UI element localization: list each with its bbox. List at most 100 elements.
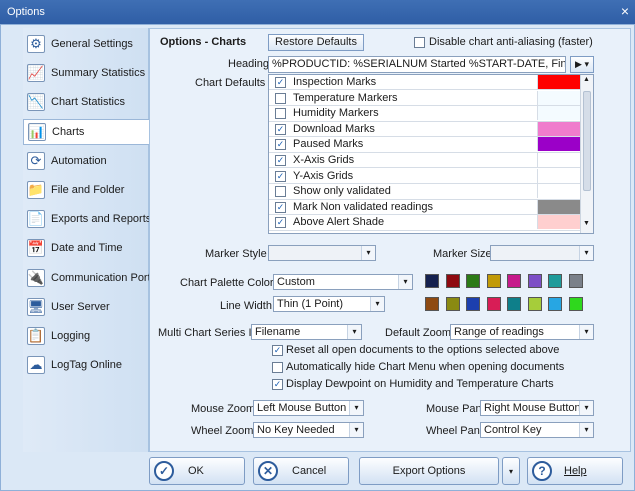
disable-antialias-checkbox[interactable] <box>414 37 425 48</box>
mouse-zoom-select[interactable]: Left Mouse Button ▾ <box>253 400 364 416</box>
list-item[interactable]: Show only validated <box>269 184 581 200</box>
sidebar-item-logging[interactable]: 📋 Logging <box>23 323 149 349</box>
palette-color-swatch[interactable] <box>486 297 501 311</box>
palette-color-swatch[interactable] <box>527 297 542 311</box>
export-options-button[interactable]: Export Options <box>359 457 499 485</box>
list-item[interactable]: ✓ Mark Non validated readings <box>269 199 581 216</box>
list-item[interactable]: ✓ Paused Marks <box>269 137 581 153</box>
help-button[interactable]: ? Help <box>527 457 623 485</box>
footer-bar: ✓ OK ✕ Cancel Export Options ▾ ? Help <box>149 455 631 488</box>
list-item-color-swatch[interactable] <box>537 184 581 199</box>
wheel-pan-label: Wheel Pan: <box>426 425 483 437</box>
reset-documents-checkbox[interactable]: ✓ <box>272 345 283 356</box>
list-item[interactable]: ✓ Inspection Marks <box>269 75 581 91</box>
heading-insert-button[interactable]: ▶ ▾ <box>570 56 594 73</box>
dewpoint-label: Display Dewpoint on Humidity and Tempera… <box>286 378 554 390</box>
wheel-zoom-select[interactable]: No Key Needed ▾ <box>253 422 364 438</box>
list-item[interactable]: ✓ Above Alert Shade <box>269 215 581 231</box>
list-item-color-swatch[interactable] <box>537 168 581 183</box>
list-item[interactable]: ✓ Download Marks <box>269 121 581 138</box>
sidebar-item-label: File and Folder <box>51 184 125 196</box>
list-item-checkbox[interactable]: ✓ <box>275 139 286 151</box>
wheel-pan-select[interactable]: Control Key ▾ <box>480 422 594 438</box>
list-item[interactable]: ✓ Y-Axis Grids <box>269 168 581 184</box>
list-item-checkbox[interactable]: ✓ <box>275 155 286 166</box>
sidebar-item-file-and-folder[interactable]: 📁 File and Folder <box>23 177 149 203</box>
sidebar-item-label: Exports and Reports <box>51 213 152 226</box>
sidebar-item-logtag-online[interactable]: ☁ LogTag Online <box>23 352 149 378</box>
sidebar-item-label: Charts <box>52 125 85 138</box>
palette-color-swatch[interactable] <box>445 297 460 311</box>
ok-button[interactable]: ✓ OK <box>149 457 245 485</box>
scroll-down-icon[interactable]: ▼ <box>583 220 590 227</box>
list-item-checkbox[interactable]: ✓ <box>275 217 286 229</box>
list-item[interactable]: Temperature Markers <box>269 90 581 106</box>
chart-defaults-scrollbar[interactable]: ▲ ▼ <box>580 75 593 233</box>
general-settings-icon: ⚙ <box>27 35 45 53</box>
palette-color-swatch[interactable] <box>548 297 562 311</box>
line-width-select[interactable]: Thin (1 Point) ▾ <box>273 296 385 312</box>
sidebar-item-exports-and-reports[interactable]: 📄 Exports and Reports <box>23 206 152 232</box>
wheel-zoom-label: Wheel Zoom: <box>191 425 257 437</box>
sidebar-item-chart-statistics[interactable]: 📉 Chart Statistics <box>23 89 149 115</box>
sidebar-item-label: Logging <box>51 330 91 342</box>
chart-defaults-list[interactable]: ✓ Above Alert Shade ✓ Mark Non validated re… <box>268 74 594 234</box>
palette-color-swatch[interactable] <box>507 297 521 311</box>
list-item-color-swatch[interactable] <box>537 215 581 230</box>
palette-color-swatch[interactable] <box>486 274 501 288</box>
list-item-color-swatch[interactable] <box>537 137 581 152</box>
default-zoom-select[interactable]: Range of readings ▾ <box>450 324 594 340</box>
list-item-checkbox[interactable] <box>275 186 286 198</box>
list-item-checkbox[interactable]: ✓ <box>275 170 286 182</box>
palette-color-swatch[interactable] <box>548 274 562 288</box>
palette-color-swatch[interactable] <box>507 274 521 288</box>
close-icon[interactable]: × <box>621 3 629 19</box>
list-item-checkbox[interactable] <box>275 108 286 120</box>
marker-style-select[interactable]: ▾ <box>268 245 376 261</box>
list-item-color-swatch[interactable] <box>537 121 581 136</box>
palette-color-swatch[interactable] <box>466 297 480 311</box>
dewpoint-checkbox[interactable]: ✓ <box>272 379 283 390</box>
sidebar-item-summary-statistics[interactable]: 📈 Summary Statistics <box>23 60 149 86</box>
autohide-menu-checkbox[interactable] <box>272 362 283 373</box>
list-item-color-swatch[interactable] <box>537 106 581 121</box>
palette-color-swatch[interactable] <box>425 297 439 311</box>
sidebar-item-label: LogTag Online <box>51 359 122 372</box>
sidebar-item-general-settings[interactable]: ⚙ General Settings <box>23 31 149 57</box>
palette-color-swatch[interactable] <box>425 274 439 288</box>
sidebar-item-date-and-time[interactable]: 📅 Date and Time <box>23 235 149 261</box>
marker-size-select[interactable]: ▾ <box>490 245 594 261</box>
sidebar-item-charts[interactable]: 📊 Charts <box>23 118 150 145</box>
list-item-checkbox[interactable]: ✓ <box>275 77 286 88</box>
palette-color-swatch[interactable] <box>466 274 480 288</box>
list-item[interactable]: Humidity Markers <box>269 106 581 122</box>
palette-select[interactable]: Custom ▾ <box>273 274 413 290</box>
scroll-up-icon[interactable]: ▲ <box>583 76 590 83</box>
restore-defaults-button[interactable]: Restore Defaults <box>268 34 364 51</box>
list-item-label: Download Marks <box>293 122 375 135</box>
list-item[interactable]: ✓ X-Axis Grids <box>269 153 581 169</box>
sidebar-item-communication-ports[interactable]: 🔌 Communication Ports <box>23 265 156 291</box>
scrollbar-thumb[interactable] <box>583 91 591 191</box>
palette-color-swatch[interactable] <box>527 274 542 288</box>
list-item-label: Inspection Marks <box>293 76 377 88</box>
list-item-color-swatch[interactable] <box>537 199 581 214</box>
charts-panel: Options - Charts Restore Defaults Disabl… <box>149 28 631 452</box>
list-item-checkbox[interactable]: ✓ <box>275 123 286 135</box>
list-item-checkbox[interactable]: ✓ <box>275 201 286 213</box>
heading-input[interactable]: %PRODUCTID: %SERIALNUM Started %START-DA… <box>268 56 566 73</box>
list-item-color-swatch[interactable] <box>537 90 581 105</box>
export-options-dropdown[interactable]: ▾ <box>502 457 520 485</box>
list-item-label: Paused Marks <box>293 138 364 151</box>
list-item-checkbox[interactable] <box>275 92 286 104</box>
palette-color-swatch[interactable] <box>445 274 460 288</box>
sidebar-item-user-server[interactable]: 🖥 User Server <box>23 294 149 320</box>
list-item-color-swatch[interactable] <box>537 153 581 167</box>
palette-color-swatch[interactable] <box>568 297 583 311</box>
sidebar-item-automation[interactable]: ⟳ Automation <box>23 148 149 174</box>
list-item-color-swatch[interactable] <box>537 75 581 89</box>
mouse-pan-select[interactable]: Right Mouse Button ▾ <box>480 400 594 416</box>
multi-series-select[interactable]: Filename ▾ <box>251 324 362 340</box>
cancel-button[interactable]: ✕ Cancel <box>253 457 349 485</box>
palette-color-swatch[interactable] <box>568 274 583 288</box>
